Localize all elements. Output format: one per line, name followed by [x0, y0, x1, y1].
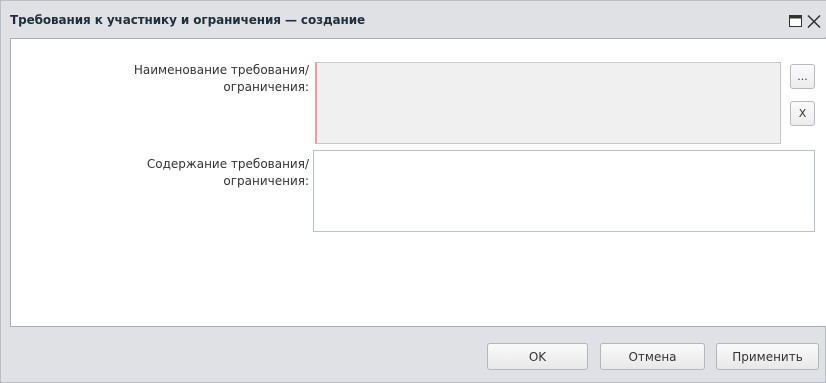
name-label-line1: Наименование требования/	[133, 63, 309, 77]
dialog-window: Требования к участнику и ограничения — с…	[0, 0, 826, 383]
cancel-button[interactable]: Отмена	[600, 343, 705, 370]
name-label: Наименование требования/ ограничения:	[11, 62, 309, 102]
dialog-title: Требования к участнику и ограничения — с…	[10, 13, 366, 27]
close-icon[interactable]	[807, 15, 821, 31]
content-label: Содержание требования/ ограничения:	[11, 156, 309, 196]
form-panel: Наименование требования/ ограничения: ..…	[10, 38, 826, 327]
content-field[interactable]	[313, 150, 815, 232]
select-button[interactable]: ...	[790, 64, 815, 89]
content-label-line1: Содержание требования/	[146, 157, 309, 171]
dialog-titlebar[interactable]: Требования к участнику и ограничения — с…	[1, 1, 826, 37]
content-label-line2: ограничения:	[223, 174, 309, 188]
name-label-line2: ограничения:	[223, 80, 309, 94]
clear-button[interactable]: X	[790, 101, 815, 126]
apply-button[interactable]: Применить	[716, 343, 819, 370]
ok-button[interactable]: OK	[487, 343, 588, 370]
name-field[interactable]	[315, 62, 781, 144]
maximize-icon[interactable]	[789, 15, 802, 31]
